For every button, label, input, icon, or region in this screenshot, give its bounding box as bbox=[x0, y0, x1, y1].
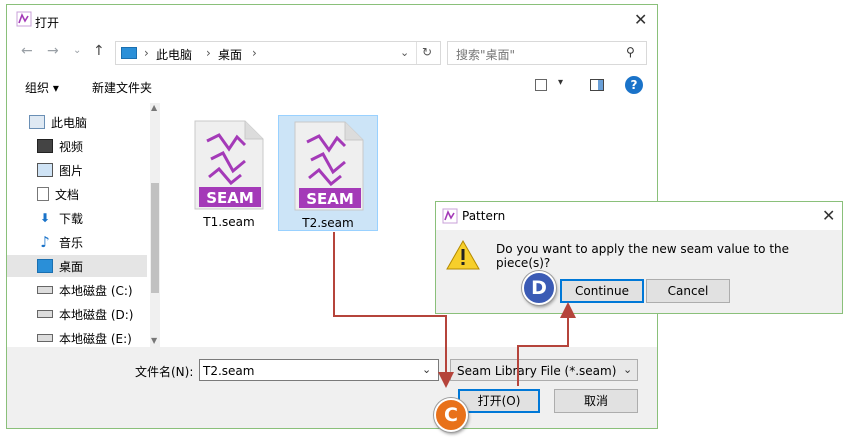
arrow-to-open-button bbox=[333, 232, 454, 388]
arrow-to-continue-button bbox=[517, 302, 576, 386]
callout-badge-c: C bbox=[434, 398, 468, 432]
annotation-arrows bbox=[333, 232, 576, 388]
callout-badge-d: D bbox=[522, 271, 556, 305]
